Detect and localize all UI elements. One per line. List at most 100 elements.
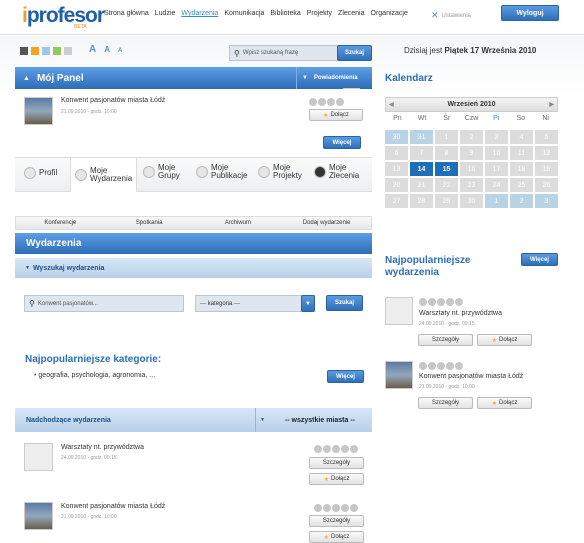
details-button[interactable]: Szczegóły [418,334,473,346]
user-icon [24,167,36,179]
search-input[interactable]: ⚲ Wpisz szukaną frazę [229,45,338,61]
calendar-day[interactable]: 16 [460,162,483,176]
join-button[interactable]: ★ Dołącz [309,109,363,121]
subtab-archive[interactable]: Archiwum [194,217,283,229]
nav-item-library[interactable]: Biblioteka [270,10,300,17]
search-events-section[interactable]: ▼ Wyszukaj wydarzenia [15,258,372,278]
join-button[interactable]: ★ Dołącz [309,531,364,543]
calendar-day[interactable]: 1 [435,130,458,144]
calendar-day[interactable]: 1 [485,194,508,208]
search-button[interactable]: Szukaj [337,45,372,61]
calendar-day[interactable]: 23 [460,178,483,192]
calendar-day[interactable]: 7 [410,146,433,160]
calendar-day[interactable]: 28 [410,194,433,208]
collapse-icon[interactable]: ▲ [23,75,30,82]
font-size-medium[interactable]: A [104,45,110,54]
popular-more-button[interactable]: Więcej [521,253,558,266]
nav-item-organizations[interactable]: Organizacje [371,10,408,17]
font-size-large[interactable]: A [89,44,96,55]
event-title[interactable]: Konwent pasjonatów miasta Łódź [61,503,165,510]
tab-my-groups[interactable]: Moje Grupy [143,163,180,181]
calendar-day[interactable]: 19 [535,162,558,176]
calendar-day[interactable]: 8 [435,146,458,160]
next-month-icon[interactable]: ▶ [549,101,554,108]
category-select[interactable]: --- kategoria --- [195,295,315,312]
calendar-day[interactable]: 12 [535,146,558,160]
prev-month-icon[interactable]: ◀ [389,101,394,108]
calendar-day[interactable]: 21 [410,178,433,192]
panel-more-button[interactable]: Więcej [323,136,361,149]
calendar-day[interactable]: 17 [485,162,508,176]
calendar-day[interactable]: 10 [485,146,508,160]
rating-stars[interactable] [419,362,463,370]
tab-profile[interactable]: Profil [24,167,57,179]
tab-my-orders[interactable]: Moje Zlecenia [314,163,359,181]
nav-item-orders[interactable]: Zlecenia [338,10,364,17]
calendar-day[interactable]: 22 [435,178,458,192]
details-button[interactable]: Szczegóły [309,515,364,527]
nav-item-home[interactable]: Strona główna [104,10,149,17]
tab-my-publications[interactable]: Moje Publikacje [196,163,247,181]
rating-stars[interactable] [309,98,344,106]
logout-button[interactable]: Wyloguj [501,5,559,21]
subtab-meetings[interactable]: Spotkania [105,217,194,229]
swatch-2[interactable] [42,47,50,55]
details-button[interactable]: Szczegóły [309,457,364,469]
event-search-input[interactable]: ⚲ Konwent pasjonatów... [24,295,184,312]
calendar-day[interactable]: 13 [385,162,408,176]
city-filter-dropdown[interactable]: ▼ -- wszystkie miasta -- [255,408,372,432]
tab-my-events[interactable]: Moje Wydarzenia [70,158,138,192]
calendar-day[interactable]: 29 [435,194,458,208]
calendar-day[interactable]: 2 [460,130,483,144]
calendar-day[interactable]: 2 [510,194,533,208]
details-button[interactable]: Szczegóły [418,397,473,409]
event-title[interactable]: Warsztaty nt. przywództwa [419,310,502,317]
rating-stars[interactable] [314,504,358,512]
calendar-day[interactable]: 25 [510,178,533,192]
subtab-add-event[interactable]: Dodaj wydarzenie [282,217,371,229]
categories-more-button[interactable]: Więcej [327,370,364,383]
subtab-conferences[interactable]: Konferencje [16,217,105,229]
nav-item-projects[interactable]: Projekty [307,10,332,17]
join-button[interactable]: ★ Dołącz [477,334,532,346]
event-search-button[interactable]: Szukaj [326,295,363,311]
tab-my-projects[interactable]: Moje Projekty [258,163,302,181]
nav-item-people[interactable]: Ludzie [155,10,176,17]
calendar-day[interactable]: 20 [385,178,408,192]
chevron-down-icon[interactable]: ▼ [301,295,315,312]
calendar-day[interactable]: 27 [385,194,408,208]
calendar-day[interactable]: 6 [385,146,408,160]
calendar-day[interactable]: 14 [410,162,433,176]
nav-item-events[interactable]: Wydarzenia [181,10,218,17]
popular-categories-items[interactable]: geografia, psychologia, agronomia, ... [38,372,155,379]
calendar-day[interactable]: 11 [510,146,533,160]
swatch-0[interactable] [20,47,28,55]
event-title[interactable]: Konwent pasjonatów miasta Łódź [419,373,523,380]
calendar-day[interactable]: 9 [460,146,483,160]
calendar-day[interactable]: 4 [510,130,533,144]
calendar-day[interactable]: 5 [535,130,558,144]
settings-link[interactable]: ✕ Ustawienia [431,10,471,21]
join-button[interactable]: ★ Dołącz [309,473,364,485]
join-button[interactable]: ★ Dołącz [477,397,532,409]
calendar-day[interactable]: 18 [510,162,533,176]
calendar-day[interactable]: 30 [385,130,408,144]
swatch-1[interactable] [31,47,39,55]
font-size-small[interactable]: A [118,48,122,54]
calendar-day[interactable]: 30 [460,194,483,208]
calendar-day[interactable]: 26 [535,178,558,192]
swatch-4[interactable] [64,47,72,55]
panel-event-title[interactable]: Konwent pasjonatów miasta Łódź [61,97,165,104]
rating-stars[interactable] [419,298,463,306]
logo[interactable]: iprofesor BETA [22,4,105,30]
calendar-day[interactable]: 15 [435,162,458,176]
nav-item-communication[interactable]: Komunikacja [224,10,264,17]
calendar-day[interactable]: 24 [485,178,508,192]
event-title[interactable]: Warsztaty nt. przywództwa [61,444,144,451]
notifications-dropdown[interactable]: ▼ Powiadomienia [296,67,372,89]
rating-stars[interactable] [314,445,358,453]
calendar-day[interactable]: 3 [485,130,508,144]
calendar-day[interactable]: 3 [535,194,558,208]
swatch-3[interactable] [53,47,61,55]
calendar-day[interactable]: 31 [410,130,433,144]
